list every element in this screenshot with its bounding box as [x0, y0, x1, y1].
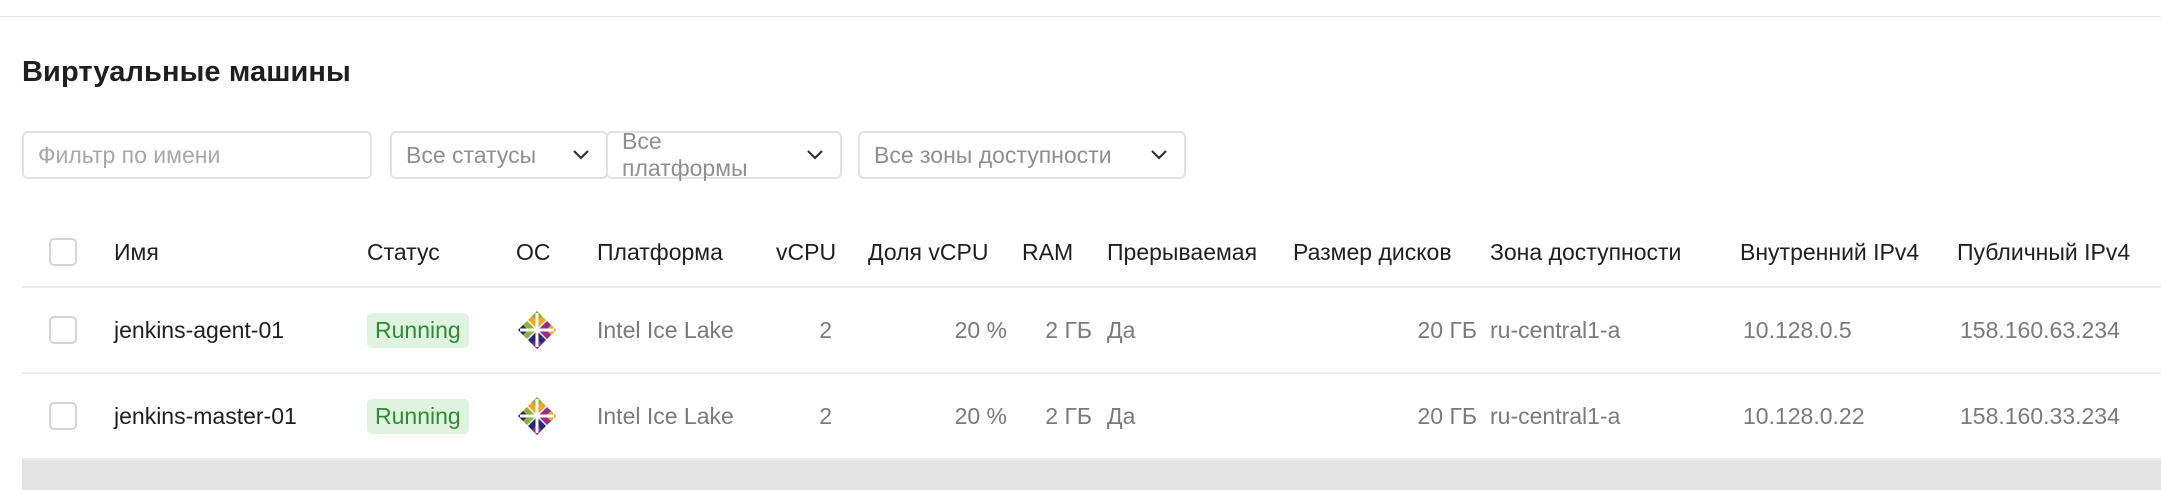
platform-filter-select[interactable]: Все платформы [606, 128, 842, 181]
zone-cell: ru-central1-a [1490, 316, 1621, 343]
page-title: Виртуальные машины [22, 56, 351, 88]
disk-size-cell: 20 ГБ [1417, 316, 1477, 343]
header-public-ip[interactable]: Публичный IPv4 [1957, 218, 2130, 286]
zone-filter-label: Все зоны доступности [874, 141, 1112, 168]
header-zone[interactable]: Зона доступности [1490, 218, 1681, 286]
zone-cell: ru-central1-a [1490, 402, 1621, 429]
os-cell [516, 288, 558, 372]
chevron-down-icon [1148, 144, 1170, 166]
header-disk-size[interactable]: Размер дисков [1293, 218, 1452, 286]
vm-name-link[interactable]: jenkins-agent-01 [114, 288, 284, 372]
table-header: Имя Статус ОС Платформа vCPU Доля vCPU R… [22, 218, 2161, 288]
centos-icon [518, 397, 556, 435]
status-cell: Running [367, 374, 469, 458]
table-row[interactable]: jenkins-master-01 Running Intel Ice Lake… [22, 374, 2161, 460]
vcpu-cell: 2 [819, 316, 832, 343]
header-status[interactable]: Статус [367, 218, 440, 286]
horizontal-scrollbar[interactable] [22, 460, 2161, 490]
status-filter-label: Все статусы [406, 141, 537, 168]
preemptible-cell: Да [1107, 316, 1136, 343]
preemptible-cell: Да [1107, 402, 1136, 429]
vm-table: Имя Статус ОС Платформа vCPU Доля vCPU R… [22, 218, 2161, 460]
platform-cell: Intel Ice Lake [597, 316, 734, 343]
row-select-cell [49, 374, 77, 458]
status-filter-select[interactable]: Все статусы [390, 131, 608, 179]
header-internal-ip[interactable]: Внутренний IPv4 [1740, 218, 1919, 286]
name-filter-input[interactable] [22, 131, 372, 179]
table-row[interactable]: jenkins-agent-01 Running Intel Ice Lake … [22, 288, 2161, 374]
vm-name-link[interactable]: jenkins-master-01 [114, 374, 297, 458]
chevron-down-icon [570, 144, 592, 166]
chevron-down-icon [804, 144, 826, 166]
zone-filter-select[interactable]: Все зоны доступности [858, 131, 1186, 179]
header-platform[interactable]: Платформа [597, 218, 723, 286]
ram-cell: 2 ГБ [1045, 402, 1092, 429]
header-ram[interactable]: RAM [1022, 218, 1073, 286]
header-name[interactable]: Имя [114, 218, 159, 286]
public-ip-cell: 158.160.33.234 [1960, 402, 2120, 429]
ram-cell: 2 ГБ [1045, 316, 1092, 343]
public-ip-cell: 158.160.63.234 [1960, 316, 2120, 343]
row-select-cell [49, 288, 77, 372]
select-all-cell [49, 218, 77, 286]
vcpu-share-cell: 20 % [954, 402, 1007, 429]
status-badge: Running [367, 398, 469, 434]
centos-icon [518, 311, 556, 349]
row-checkbox[interactable] [49, 402, 77, 430]
header-os[interactable]: ОС [516, 218, 551, 286]
disk-size-cell: 20 ГБ [1417, 402, 1477, 429]
status-cell: Running [367, 288, 469, 372]
vcpu-cell: 2 [819, 402, 832, 429]
platform-filter-label: Все платформы [622, 128, 748, 181]
os-cell [516, 374, 558, 458]
row-checkbox[interactable] [49, 316, 77, 344]
status-badge: Running [367, 312, 469, 348]
header-preemptible[interactable]: Прерываемая [1107, 218, 1257, 286]
top-divider [0, 16, 2161, 17]
header-vcpu-share[interactable]: Доля vCPU [868, 218, 988, 286]
vcpu-share-cell: 20 % [954, 316, 1007, 343]
internal-ip-cell: 10.128.0.22 [1743, 402, 1865, 429]
select-all-checkbox[interactable] [49, 238, 77, 266]
header-vcpu[interactable]: vCPU [776, 218, 836, 286]
internal-ip-cell: 10.128.0.5 [1743, 316, 1852, 343]
platform-cell: Intel Ice Lake [597, 402, 734, 429]
